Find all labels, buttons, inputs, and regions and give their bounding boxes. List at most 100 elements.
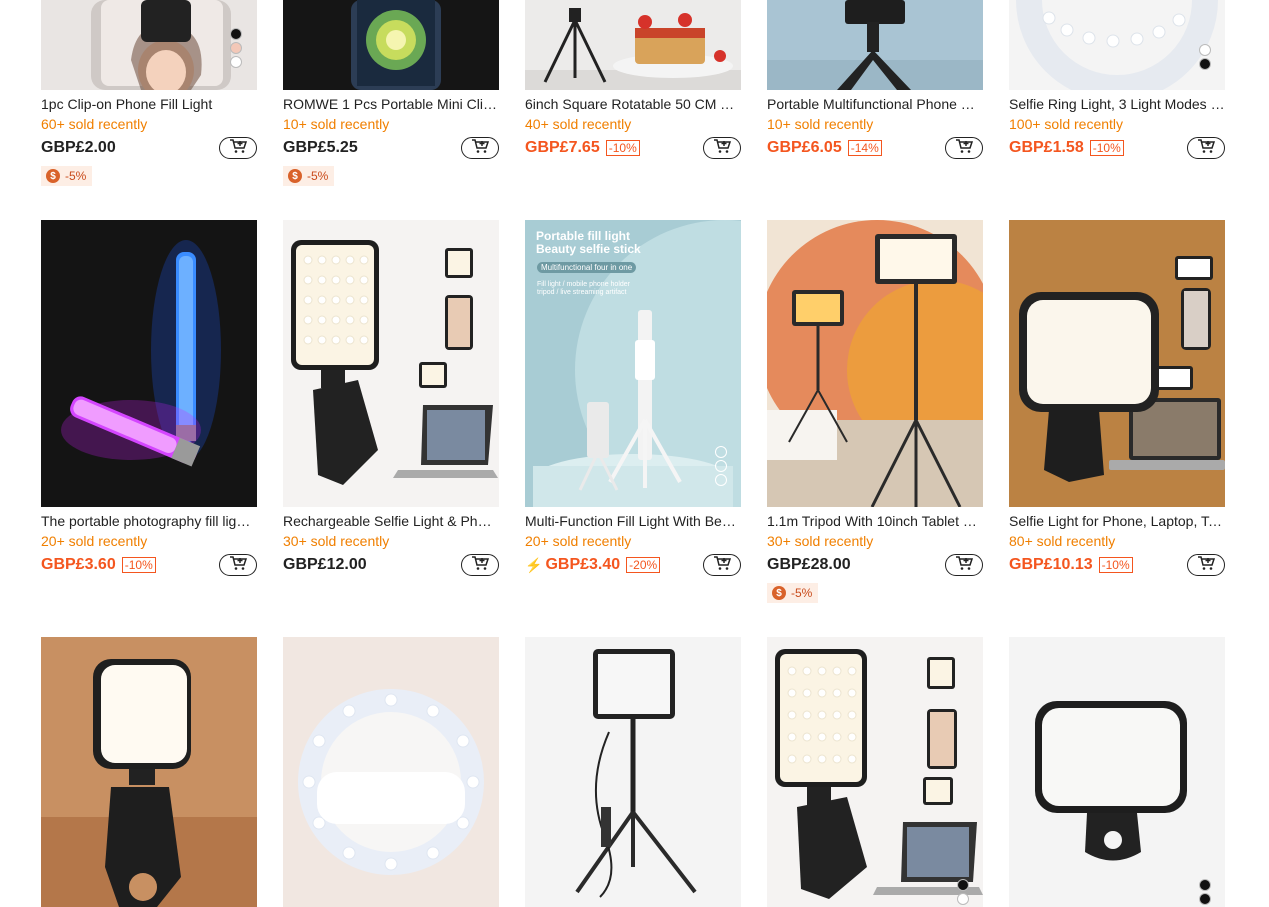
sold-count: 100+ sold recently: [1009, 116, 1124, 132]
product-title[interactable]: 6inch Square Rotatable 50 CM Tripod: [525, 96, 741, 112]
sold-count: 10+ sold recently: [767, 116, 874, 132]
discount-badge: -14%: [847, 140, 882, 156]
swatch-black[interactable]: [1199, 58, 1211, 70]
product-image[interactable]: [283, 0, 499, 90]
price-row: GBP£10.13 -10%: [1009, 554, 1225, 576]
swatch-black[interactable]: [1199, 879, 1211, 891]
discount-badge: -20%: [626, 557, 661, 573]
color-swatches[interactable]: [957, 879, 969, 905]
product-image[interactable]: [525, 637, 741, 907]
promo-heading-line2: Beauty selfie stick: [536, 242, 641, 256]
coupon-badge: $ -5%: [41, 166, 93, 186]
price-row: GBP£6.05 -14%: [767, 137, 983, 159]
product-image[interactable]: [525, 0, 741, 90]
price-row: GBP£28.00: [767, 554, 983, 576]
sold-count: 30+ sold recently: [283, 533, 390, 549]
discount-badge: -10%: [1089, 140, 1124, 156]
promo-badge: Multifunctional four in one: [537, 262, 637, 273]
product-image[interactable]: Portable fill light Beauty selfie stick …: [525, 220, 741, 507]
product-title[interactable]: Selfie Ring Light, 3 Light Modes Clip: [1009, 96, 1225, 112]
swatch-white[interactable]: [957, 893, 969, 905]
price: GBP£7.65: [525, 139, 600, 156]
color-swatches[interactable]: [1199, 879, 1211, 905]
product-title[interactable]: 1.1m Tripod With 10inch Tablet Light: [767, 513, 983, 529]
swatch-white[interactable]: [230, 56, 242, 68]
product-image[interactable]: [1009, 220, 1225, 507]
price-row: GBP£2.00: [41, 137, 257, 159]
product-image[interactable]: [1009, 0, 1225, 90]
image-dot[interactable]: [715, 474, 727, 486]
price: GBP£5.25: [283, 139, 358, 156]
sold-count: 40+ sold recently: [525, 116, 632, 132]
add-to-cart-button[interactable]: [945, 554, 983, 576]
product-image[interactable]: [767, 637, 983, 907]
add-to-cart-button[interactable]: [219, 554, 257, 576]
coupon-coin-icon: $: [46, 169, 60, 183]
discount-badge: -10%: [1098, 557, 1133, 573]
coupon-coin-icon: $: [772, 586, 786, 600]
add-to-cart-button[interactable]: [945, 137, 983, 159]
product-title[interactable]: Rechargeable Selfie Light & Phone Clip: [283, 513, 499, 529]
product-title[interactable]: The portable photography fill light stic…: [41, 513, 257, 529]
coupon-coin-icon: $: [288, 169, 302, 183]
price: GBP£1.58: [1009, 139, 1084, 156]
coupon-value: -5%: [791, 586, 813, 600]
product-title[interactable]: ROMWE 1 Pcs Portable Mini Clip-on Fill L…: [283, 96, 499, 112]
swatch-black[interactable]: [1199, 893, 1211, 905]
swatch-pink[interactable]: [230, 42, 242, 54]
cart-add-icon: [1197, 138, 1216, 159]
cart-add-icon: [1197, 555, 1216, 576]
discount-badge: -10%: [121, 557, 156, 573]
promo-subtext-1: Fill light / mobile phone holder: [537, 281, 630, 288]
sold-count: 80+ sold recently: [1009, 533, 1116, 549]
price: GBP£10.13: [1009, 556, 1093, 573]
product-image[interactable]: [41, 220, 257, 507]
product-image[interactable]: [41, 637, 257, 907]
add-to-cart-button[interactable]: [461, 137, 499, 159]
add-to-cart-button[interactable]: [219, 137, 257, 159]
price-row: GBP£1.58 -10%: [1009, 137, 1225, 159]
price-row: ⚡ GBP£3.40 -20%: [525, 554, 741, 576]
cart-add-icon: [229, 555, 248, 576]
coupon-value: -5%: [307, 169, 329, 183]
sold-count: 10+ sold recently: [283, 116, 390, 132]
color-swatches[interactable]: [1199, 44, 1211, 70]
cart-add-icon: [955, 138, 974, 159]
price: GBP£2.00: [41, 139, 116, 156]
image-dots[interactable]: [715, 446, 727, 486]
color-swatches[interactable]: [230, 28, 242, 68]
image-dot[interactable]: [715, 446, 727, 458]
product-image[interactable]: [283, 637, 499, 907]
product-grid: 1pc Clip-on Phone Fill Light 60+ sold re…: [0, 0, 1269, 907]
cart-add-icon: [471, 555, 490, 576]
add-to-cart-button[interactable]: [703, 554, 741, 576]
cart-add-icon: [471, 138, 490, 159]
add-to-cart-button[interactable]: [703, 137, 741, 159]
cart-add-icon: [955, 555, 974, 576]
cart-add-icon: [229, 138, 248, 159]
add-to-cart-button[interactable]: [461, 554, 499, 576]
swatch-black[interactable]: [957, 879, 969, 891]
product-title[interactable]: Portable Multifunctional Phone Holder: [767, 96, 983, 112]
swatch-white[interactable]: [1199, 44, 1211, 56]
sold-count: 30+ sold recently: [767, 533, 874, 549]
cart-add-icon: [713, 138, 732, 159]
product-image[interactable]: [1009, 637, 1225, 907]
product-title[interactable]: 1pc Clip-on Phone Fill Light: [41, 96, 257, 112]
price: GBP£3.60: [41, 556, 116, 573]
product-image[interactable]: [767, 220, 983, 507]
add-to-cart-button[interactable]: [1187, 554, 1225, 576]
swatch-black[interactable]: [230, 28, 242, 40]
image-dot[interactable]: [715, 460, 727, 472]
promo-subtext-2: tripod / live streaming artifact: [537, 289, 627, 296]
add-to-cart-button[interactable]: [1187, 137, 1225, 159]
product-title[interactable]: Selfie Light for Phone, Laptop, Tablet: [1009, 513, 1225, 529]
product-image[interactable]: [283, 220, 499, 507]
product-image[interactable]: [767, 0, 983, 90]
product-image[interactable]: [41, 0, 257, 90]
price-row: GBP£3.60 -10%: [41, 554, 257, 576]
cart-add-icon: [713, 555, 732, 576]
discount-badge: -10%: [605, 140, 640, 156]
price: GBP£3.40: [545, 556, 621, 573]
product-title[interactable]: Multi-Function Fill Light With Beauty St…: [525, 513, 741, 529]
